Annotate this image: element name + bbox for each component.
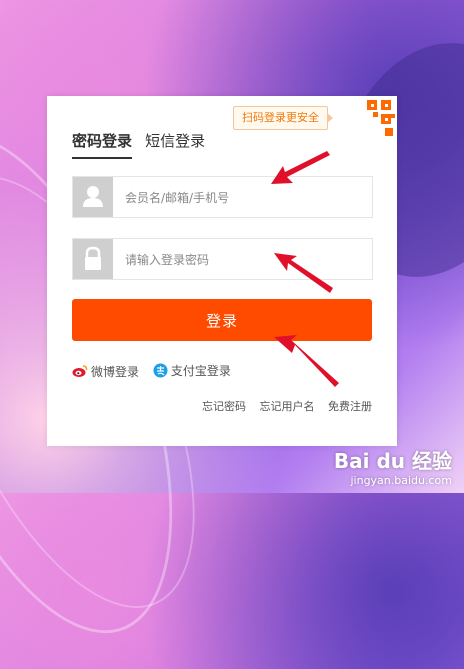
watermark-logo: Bai du 经验 xyxy=(333,449,452,473)
username-field xyxy=(72,176,373,219)
weibo-icon xyxy=(72,365,88,377)
weibo-login-label: 微博登录 xyxy=(91,364,140,379)
password-input[interactable] xyxy=(123,239,367,281)
login-button[interactable]: 登录 xyxy=(72,299,372,341)
third-party-login: 微博登录 支付宝登录 xyxy=(72,362,241,381)
qr-code-icon[interactable] xyxy=(345,96,397,148)
tab-password-login[interactable]: 密码登录 xyxy=(72,130,133,159)
tab-sms-login[interactable]: 短信登录 xyxy=(145,130,205,157)
login-tabs: 密码登录 短信登录 xyxy=(72,130,213,159)
lock-icon xyxy=(73,239,113,279)
alipay-login-label: 支付宝登录 xyxy=(170,364,231,378)
username-input[interactable] xyxy=(123,177,367,219)
watermark: Bai du 经验 jingyan.baidu.com xyxy=(334,445,452,487)
alipay-icon xyxy=(153,363,168,378)
forgot-username-link[interactable]: 忘记用户名 xyxy=(260,400,315,413)
weibo-login-link[interactable]: 微博登录 xyxy=(72,363,139,380)
forgot-password-link[interactable]: 忘记密码 xyxy=(202,400,246,413)
watermark-url: jingyan.baidu.com xyxy=(350,474,452,487)
alipay-login-link[interactable]: 支付宝登录 xyxy=(153,362,231,379)
qr-login-tip: 扫码登录更安全 xyxy=(233,106,333,130)
password-field xyxy=(72,238,373,281)
user-icon xyxy=(73,177,113,217)
footer-links: 忘记密码 忘记用户名 免费注册 xyxy=(192,398,372,414)
register-link[interactable]: 免费注册 xyxy=(328,400,372,413)
login-panel: 扫码登录更安全 密码登录 短信登录 会员名/邮箱/手机号 登录 微博登录 支付宝… xyxy=(47,96,397,446)
